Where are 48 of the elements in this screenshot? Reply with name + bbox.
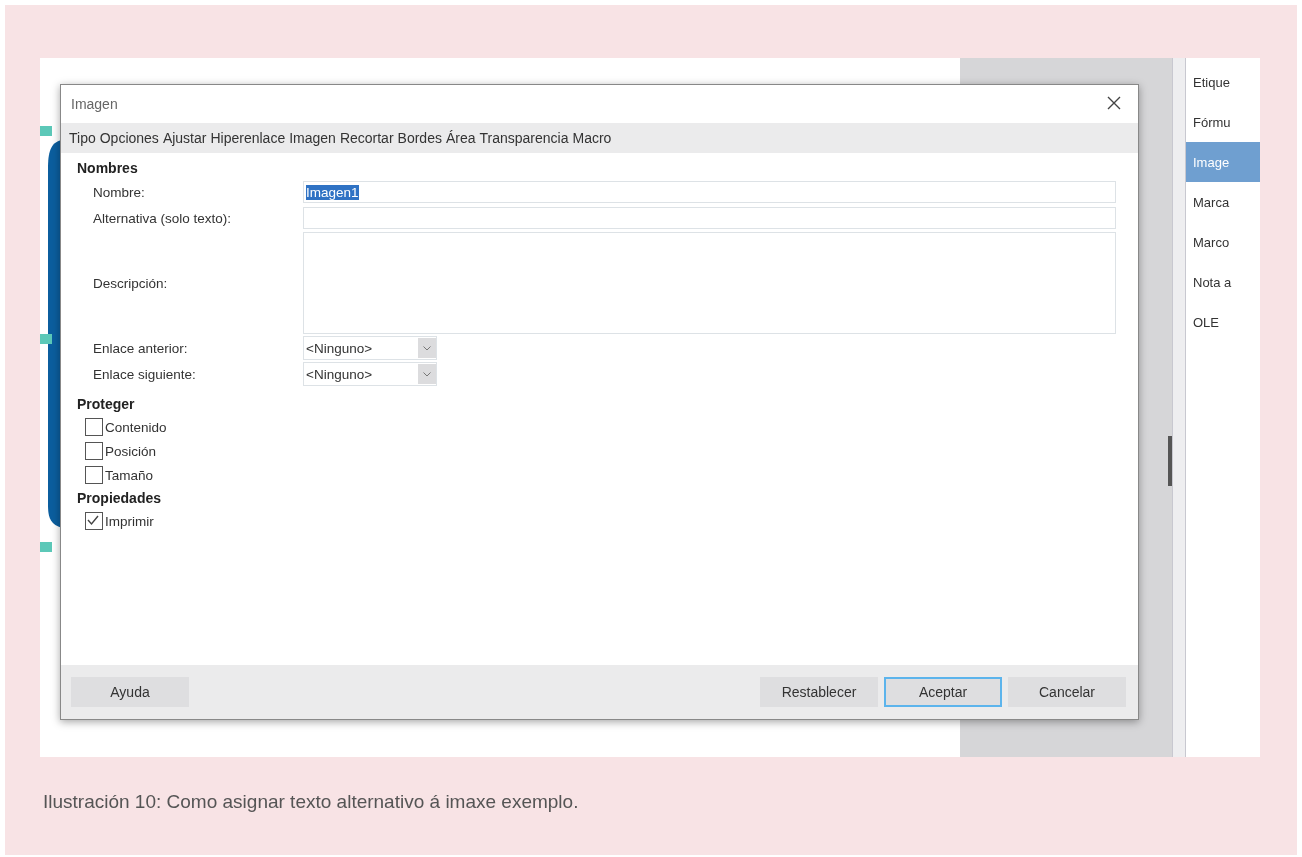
panel-item[interactable]: Marca bbox=[1186, 182, 1260, 222]
tab[interactable]: Imagen bbox=[289, 130, 336, 146]
figure-caption: Ilustración 10: Como asignar texto alternativo á imaxe exemplo. bbox=[43, 791, 580, 813]
dropdown[interactable]: <Ninguno> bbox=[303, 362, 437, 386]
panel-item[interactable]: Marco bbox=[1186, 222, 1260, 262]
tab[interactable]: Macro bbox=[572, 130, 612, 146]
tab[interactable]: Bordes bbox=[397, 130, 442, 146]
text-field[interactable]: Imagen1 bbox=[303, 181, 1116, 203]
field-label: Enlace siguiente: bbox=[93, 366, 197, 382]
panel-item[interactable]: Etique bbox=[1186, 62, 1260, 102]
tab[interactable]: Opciones bbox=[99, 130, 159, 146]
dialog-button[interactable]: Restablecer bbox=[760, 677, 878, 707]
chevron-down-icon bbox=[423, 345, 431, 351]
dialog-button[interactable]: Cancelar bbox=[1008, 677, 1126, 707]
tab[interactable]: Transparencia bbox=[479, 130, 569, 146]
checkbox[interactable] bbox=[85, 418, 103, 436]
checkbox-label: Tamaño bbox=[105, 467, 154, 483]
field-label: Alternativa (solo texto): bbox=[93, 210, 233, 226]
description-field[interactable] bbox=[303, 232, 1116, 334]
section-heading: Proteger bbox=[77, 395, 136, 414]
panel-item[interactable]: Fórmu bbox=[1186, 102, 1260, 142]
window-title: Imagen bbox=[71, 96, 118, 112]
section-heading: Propiedades bbox=[77, 489, 163, 508]
panel-item[interactable]: Nota a bbox=[1186, 262, 1260, 302]
checkbox[interactable] bbox=[85, 466, 103, 484]
help-button[interactable]: Ayuda bbox=[71, 677, 189, 707]
scrollbar-thumb bbox=[1168, 436, 1172, 486]
checkbox[interactable] bbox=[85, 442, 103, 460]
checkbox-label: Imprimir bbox=[105, 513, 154, 529]
field-label: Nombre: bbox=[93, 184, 146, 200]
checkbox-label: Posición bbox=[105, 443, 157, 459]
tab[interactable]: Ajustar bbox=[162, 130, 207, 146]
checkbox[interactable] bbox=[85, 512, 103, 530]
dropdown[interactable]: <Ninguno> bbox=[303, 336, 437, 360]
tab[interactable]: Hiperenlace bbox=[210, 130, 286, 146]
tab[interactable]: Área bbox=[445, 130, 476, 146]
chevron-down-icon bbox=[423, 371, 431, 377]
tab[interactable]: Tipo bbox=[69, 130, 96, 146]
panel-item[interactable]: OLE bbox=[1186, 302, 1260, 342]
dialog-button[interactable]: Aceptar bbox=[884, 677, 1002, 707]
field-label: Enlace anterior: bbox=[93, 340, 189, 356]
field-value: Imagen1 bbox=[306, 184, 359, 200]
section-heading: Nombres bbox=[77, 159, 139, 178]
close-icon bbox=[1106, 95, 1122, 111]
text-field[interactable] bbox=[303, 207, 1116, 229]
checkbox-label: Contenido bbox=[105, 419, 167, 435]
field-label: Descripción: bbox=[93, 275, 169, 291]
tab[interactable]: Recortar bbox=[339, 130, 394, 146]
